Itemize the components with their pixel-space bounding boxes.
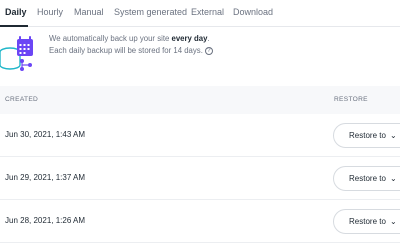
table-row: Jun 30, 2021, 1:43 AM Restore to ⌄ (0, 114, 400, 157)
tab-manual[interactable]: Manual (74, 7, 104, 17)
info-text-prefix: We automatically back up your site (49, 34, 172, 43)
info-retention-text: Each daily backup will be stored for 14 … (49, 46, 213, 55)
restore-to-label: Restore to (349, 131, 386, 140)
info-text-suffix: . (207, 34, 210, 43)
backup-date: Jun 29, 2021, 1:37 AM (5, 173, 86, 182)
active-tab-indicator (0, 25, 28, 27)
chevron-down-icon: ⌄ (390, 174, 397, 183)
backup-date: Jun 28, 2021, 1:26 AM (5, 216, 86, 225)
calendar-database-icon (0, 36, 33, 71)
info-text-bold: every day (171, 34, 208, 43)
help-icon[interactable]: ? (204, 46, 213, 55)
column-created: CREATED (5, 96, 39, 103)
table-row: Jun 28, 2021, 1:26 AM Restore to ⌄ (0, 200, 400, 243)
tab-daily[interactable]: Daily (5, 7, 27, 17)
tab-external[interactable]: External (191, 7, 224, 17)
table-header: CREATED RESTORE (0, 86, 400, 114)
restore-to-button[interactable]: Restore to ⌄ (333, 209, 400, 234)
restore-to-label: Restore to (349, 217, 386, 226)
tab-bar: Daily Hourly Manual System generated Ext… (0, 0, 400, 27)
restore-to-button[interactable]: Restore to ⌄ (333, 166, 400, 191)
table-row: Jun 29, 2021, 1:37 AM Restore to ⌄ (0, 157, 400, 200)
chevron-down-icon: ⌄ (390, 131, 397, 140)
tab-download[interactable]: Download (233, 7, 273, 17)
chevron-down-icon: ⌄ (390, 217, 397, 226)
restore-to-label: Restore to (349, 174, 386, 183)
backup-date: Jun 30, 2021, 1:43 AM (5, 130, 86, 139)
tab-system-generated[interactable]: System generated (114, 7, 187, 17)
backup-info: We automatically back up your site every… (0, 30, 400, 82)
restore-to-button[interactable]: Restore to ⌄ (333, 123, 400, 148)
column-restore: RESTORE (334, 96, 368, 103)
tab-hourly[interactable]: Hourly (37, 7, 63, 17)
retention-text: Each daily backup will be stored for 14 … (49, 46, 203, 55)
info-daily-text: We automatically back up your site every… (49, 34, 210, 43)
